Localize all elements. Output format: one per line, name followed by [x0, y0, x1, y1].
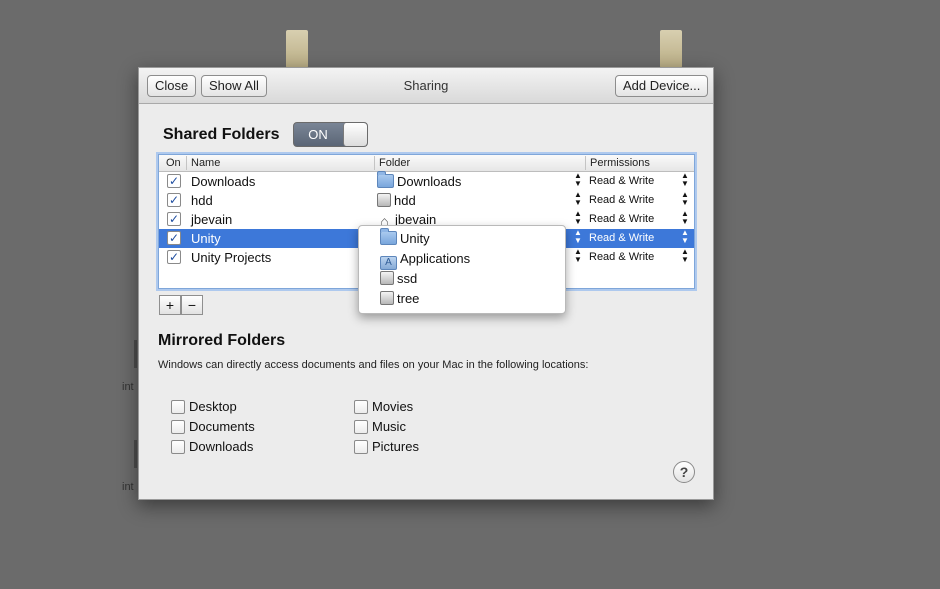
share-name: Unity: [191, 231, 221, 246]
share-checkbox[interactable]: ✓: [167, 231, 181, 245]
folder-popup[interactable]: Downloads: [377, 171, 462, 189]
popup-item-label: tree: [397, 291, 420, 306]
desktop-item-label: int: [122, 481, 134, 493]
help-button[interactable]: ?: [673, 461, 695, 483]
permission-label[interactable]: Read & Write: [589, 194, 654, 206]
mirror-checkbox[interactable]: [171, 400, 185, 414]
folder-label: hdd: [394, 193, 416, 208]
mirror-pictures[interactable]: Pictures: [354, 439, 419, 455]
folder-icon: [377, 171, 394, 188]
folder-stepper-icon[interactable]: ▲ ▼: [574, 172, 582, 188]
popup-item[interactable]: Unity: [380, 228, 430, 249]
permission-stepper-icon[interactable]: ▲ ▼: [681, 172, 689, 188]
desktop-folder-icon: [286, 30, 308, 68]
column-header-permissions[interactable]: Permissions: [590, 157, 650, 169]
folder-icon: [380, 228, 397, 245]
popup-item-label: Unity: [400, 231, 430, 246]
permission-label[interactable]: Read & Write: [589, 175, 654, 187]
desktop-item-icon: [134, 440, 137, 468]
titlebar: Close Show All Sharing Add Device...: [139, 68, 713, 104]
folder-stepper-icon[interactable]: ▲ ▼: [574, 248, 582, 264]
popup-item[interactable]: ssd: [380, 269, 417, 289]
toggle-knob[interactable]: [343, 123, 367, 146]
mirror-label: Pictures: [372, 439, 419, 454]
desktop-folder-icon: [660, 30, 682, 68]
add-share-button[interactable]: +: [159, 295, 181, 315]
share-checkbox[interactable]: ✓: [167, 174, 181, 188]
mirror-checkbox[interactable]: [354, 440, 368, 454]
mirror-checkbox[interactable]: [354, 420, 368, 434]
desktop-item-label: int: [122, 381, 134, 393]
drive-icon: [380, 291, 394, 305]
folder-stepper-icon[interactable]: ▲ ▼: [574, 210, 582, 226]
toggle-label: ON: [308, 127, 328, 142]
remove-share-button[interactable]: −: [181, 295, 203, 315]
mirror-desktop[interactable]: Desktop: [171, 399, 237, 415]
share-name: hdd: [191, 193, 213, 208]
column-divider: [186, 156, 187, 170]
permission-label[interactable]: Read & Write: [589, 213, 654, 225]
mirror-label: Desktop: [189, 399, 237, 414]
table-row[interactable]: ✓ hdd hdd ▲ ▼ Read & Write ▲ ▼: [159, 191, 694, 210]
mirror-movies[interactable]: Movies: [354, 399, 413, 415]
share-name: jbevain: [191, 212, 233, 227]
column-header-on[interactable]: On: [166, 157, 181, 169]
permission-label[interactable]: Read & Write: [589, 232, 654, 244]
drive-icon: [380, 271, 394, 285]
mirror-label: Downloads: [189, 439, 254, 454]
share-name: Downloads: [191, 174, 256, 189]
permission-stepper-icon[interactable]: ▲ ▼: [681, 248, 689, 264]
column-divider: [585, 156, 586, 170]
folder-stepper-icon[interactable]: ▲ ▼: [574, 191, 582, 207]
column-header-name[interactable]: Name: [191, 157, 220, 169]
mirrored-folders-description: Windows can directly access documents an…: [158, 359, 589, 371]
share-checkbox[interactable]: ✓: [167, 250, 181, 264]
mirror-documents[interactable]: Documents: [171, 419, 255, 435]
share-name: Unity Projects: [191, 250, 272, 265]
permission-stepper-icon[interactable]: ▲ ▼: [681, 210, 689, 226]
mirror-label: Music: [372, 419, 406, 434]
table-header: On Name Folder Permissions: [159, 155, 694, 172]
popup-item[interactable]: tree: [380, 289, 419, 309]
mirror-label: Documents: [189, 419, 255, 434]
mirror-checkbox[interactable]: [171, 420, 185, 434]
mirror-checkbox[interactable]: [171, 440, 185, 454]
folder-label: Downloads: [397, 174, 462, 189]
desktop-item-icon: [134, 340, 137, 368]
column-header-folder[interactable]: Folder: [379, 157, 410, 169]
folder-popup[interactable]: hdd: [377, 193, 416, 208]
permission-stepper-icon[interactable]: ▲ ▼: [681, 229, 689, 245]
table-row[interactable]: ✓ Downloads Downloads ▲ ▼ Read & Write ▲ ▼: [159, 171, 694, 191]
share-checkbox[interactable]: ✓: [167, 193, 181, 207]
mirror-checkbox[interactable]: [354, 400, 368, 414]
mirror-label: Movies: [372, 399, 414, 414]
mirror-downloads[interactable]: Downloads: [171, 439, 253, 455]
share-checkbox[interactable]: ✓: [167, 212, 181, 226]
shared-folders-toggle[interactable]: ON: [293, 122, 368, 147]
popup-item-label: Applications: [400, 251, 471, 266]
permission-stepper-icon[interactable]: ▲ ▼: [681, 191, 689, 207]
applications-folder-icon: A: [380, 256, 397, 270]
popup-item[interactable]: A Applications: [380, 249, 471, 270]
mirrored-folders-heading: Mirrored Folders: [158, 332, 286, 349]
folder-popup-menu: Unity A Applications ssd tree: [358, 225, 566, 314]
popup-item-label: ssd: [397, 271, 418, 286]
add-device-button[interactable]: Add Device...: [615, 75, 709, 97]
folder-stepper-icon[interactable]: ▲ ▼: [574, 229, 582, 245]
sharing-dialog: Close Show All Sharing Add Device... Sha…: [138, 67, 714, 500]
mirror-music[interactable]: Music: [354, 419, 406, 435]
shared-folders-heading: Shared Folders: [163, 126, 280, 143]
permission-label[interactable]: Read & Write: [589, 251, 654, 263]
column-divider: [374, 156, 375, 170]
drive-icon: [377, 193, 391, 207]
